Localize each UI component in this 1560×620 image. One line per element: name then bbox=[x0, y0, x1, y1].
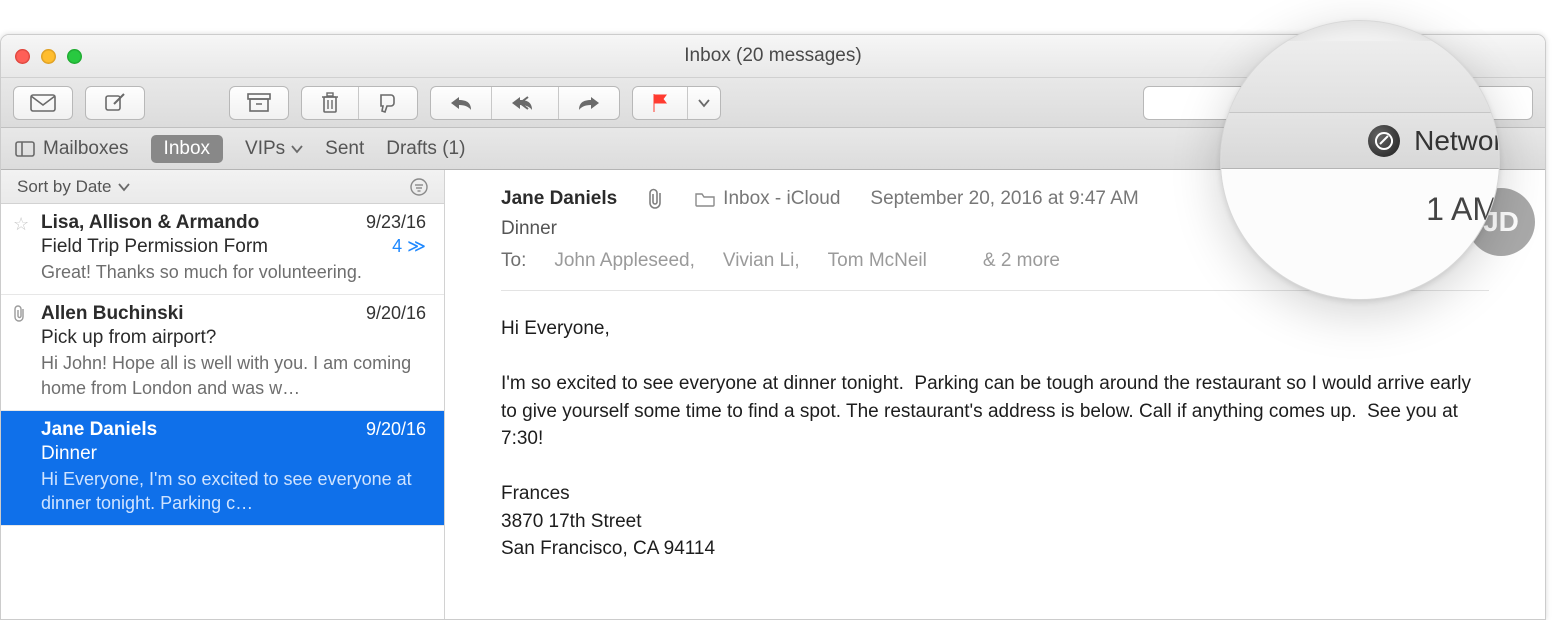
fav-drafts[interactable]: Drafts (1) bbox=[386, 138, 465, 160]
flag-button[interactable] bbox=[633, 87, 688, 119]
recipient[interactable]: Vivian Li, bbox=[723, 250, 800, 271]
reader-body: Hi Everyone, I'm so excited to see every… bbox=[501, 315, 1489, 563]
folder-icon bbox=[695, 191, 715, 207]
message-date: 9/20/16 bbox=[366, 419, 426, 440]
forward-button[interactable] bbox=[559, 87, 619, 119]
archive-button[interactable] bbox=[229, 86, 289, 120]
mailboxes-toggle[interactable]: Mailboxes bbox=[15, 138, 129, 160]
chevron-down-icon bbox=[118, 182, 130, 192]
reader-from: Jane Daniels bbox=[501, 188, 617, 210]
reader-mailbox-label: Inbox - iCloud bbox=[723, 188, 840, 210]
sort-label: Sort by Date bbox=[17, 177, 112, 197]
to-label: To: bbox=[501, 250, 526, 272]
trash-icon bbox=[320, 92, 340, 114]
message-preview: Great! Thanks so much for volunteering. bbox=[41, 260, 426, 284]
mailboxes-label: Mailboxes bbox=[43, 138, 129, 160]
message-date: 9/23/16 bbox=[366, 212, 426, 233]
message-sender: Jane Daniels bbox=[41, 419, 157, 441]
recipient[interactable]: John Appleseed, bbox=[554, 250, 695, 271]
reply-all-icon bbox=[510, 94, 540, 112]
message-row[interactable]: Allen Buchinski 9/20/16 Pick up from airpo… bbox=[1, 295, 444, 411]
thumbs-down-icon bbox=[377, 93, 399, 113]
network-status-label: Network Offline bbox=[1414, 125, 1500, 157]
compose-button[interactable] bbox=[85, 86, 145, 120]
filter-icon[interactable] bbox=[410, 178, 428, 196]
message-subject: Dinner bbox=[41, 443, 97, 465]
message-preview: Hi Everyone, I'm so excited to see every… bbox=[41, 467, 426, 516]
envelope-icon bbox=[30, 94, 56, 112]
flag-group bbox=[632, 86, 721, 120]
delete-button[interactable] bbox=[302, 87, 359, 119]
message-list[interactable]: ☆ Lisa, Allison & Armando 9/23/16 Field Tri… bbox=[1, 204, 444, 526]
message-preview: Hi John! Hope all is well with you. I am… bbox=[41, 351, 426, 400]
attachment-icon bbox=[647, 188, 665, 210]
reply-forward-group bbox=[430, 86, 620, 120]
archive-icon bbox=[247, 93, 271, 113]
recipient[interactable]: Tom McNeil bbox=[828, 250, 927, 271]
message-subject: Field Trip Permission Form bbox=[41, 236, 268, 258]
sort-bar[interactable]: Sort by Date bbox=[1, 170, 444, 204]
delete-junk-group bbox=[301, 86, 418, 120]
flag-icon bbox=[651, 93, 669, 113]
new-message-button[interactable] bbox=[13, 86, 73, 120]
message-date: 9/20/16 bbox=[366, 303, 426, 324]
attachment-icon bbox=[13, 305, 27, 323]
forward-icon bbox=[577, 94, 601, 112]
fav-sent[interactable]: Sent bbox=[325, 138, 364, 160]
message-row[interactable]: ☆ Lisa, Allison & Armando 9/23/16 Field Tri… bbox=[1, 204, 444, 295]
thread-count[interactable]: 4 ≫ bbox=[392, 236, 426, 258]
reader-recipients[interactable]: John Appleseed, Vivian Li, Tom McNeil bbox=[554, 250, 955, 272]
junk-button[interactable] bbox=[359, 87, 417, 119]
star-icon: ☆ bbox=[13, 214, 29, 235]
reply-icon bbox=[449, 94, 473, 112]
fav-vips-label: VIPs bbox=[245, 138, 285, 160]
message-row[interactable]: Jane Daniels 9/20/16 DinnerHi Everyone, I'… bbox=[1, 411, 444, 527]
message-sender: Lisa, Allison & Armando bbox=[41, 212, 259, 234]
reader-date: September 20, 2016 at 9:47 AM bbox=[870, 188, 1138, 210]
flag-menu-button[interactable] bbox=[688, 87, 720, 119]
message-subject: Pick up from airport? bbox=[41, 327, 216, 349]
message-sender: Allen Buchinski bbox=[41, 303, 184, 325]
chevron-down-icon bbox=[291, 144, 303, 154]
reply-button[interactable] bbox=[431, 87, 492, 119]
message-list-pane: Sort by Date ☆ Lisa, Allison & Armando 9/2… bbox=[1, 170, 445, 619]
sidebar-icon bbox=[15, 141, 35, 157]
fav-vips[interactable]: VIPs bbox=[245, 138, 303, 160]
compose-icon bbox=[104, 92, 126, 114]
fav-inbox[interactable]: Inbox bbox=[151, 135, 223, 163]
magnifier-callout: Network Offline 1 AM JD bbox=[1220, 20, 1500, 300]
reply-all-button[interactable] bbox=[492, 87, 559, 119]
magnifier-status-bar: Network Offline bbox=[1220, 113, 1500, 169]
reader-mailbox[interactable]: Inbox - iCloud bbox=[695, 188, 840, 210]
magnifier-content: Network Offline 1 AM JD bbox=[1220, 41, 1500, 300]
magnifier-time: 1 AM bbox=[1426, 191, 1499, 300]
chevron-down-icon bbox=[698, 98, 710, 108]
reader-more-recipients[interactable]: & 2 more bbox=[983, 250, 1060, 272]
network-offline-icon bbox=[1368, 125, 1400, 157]
